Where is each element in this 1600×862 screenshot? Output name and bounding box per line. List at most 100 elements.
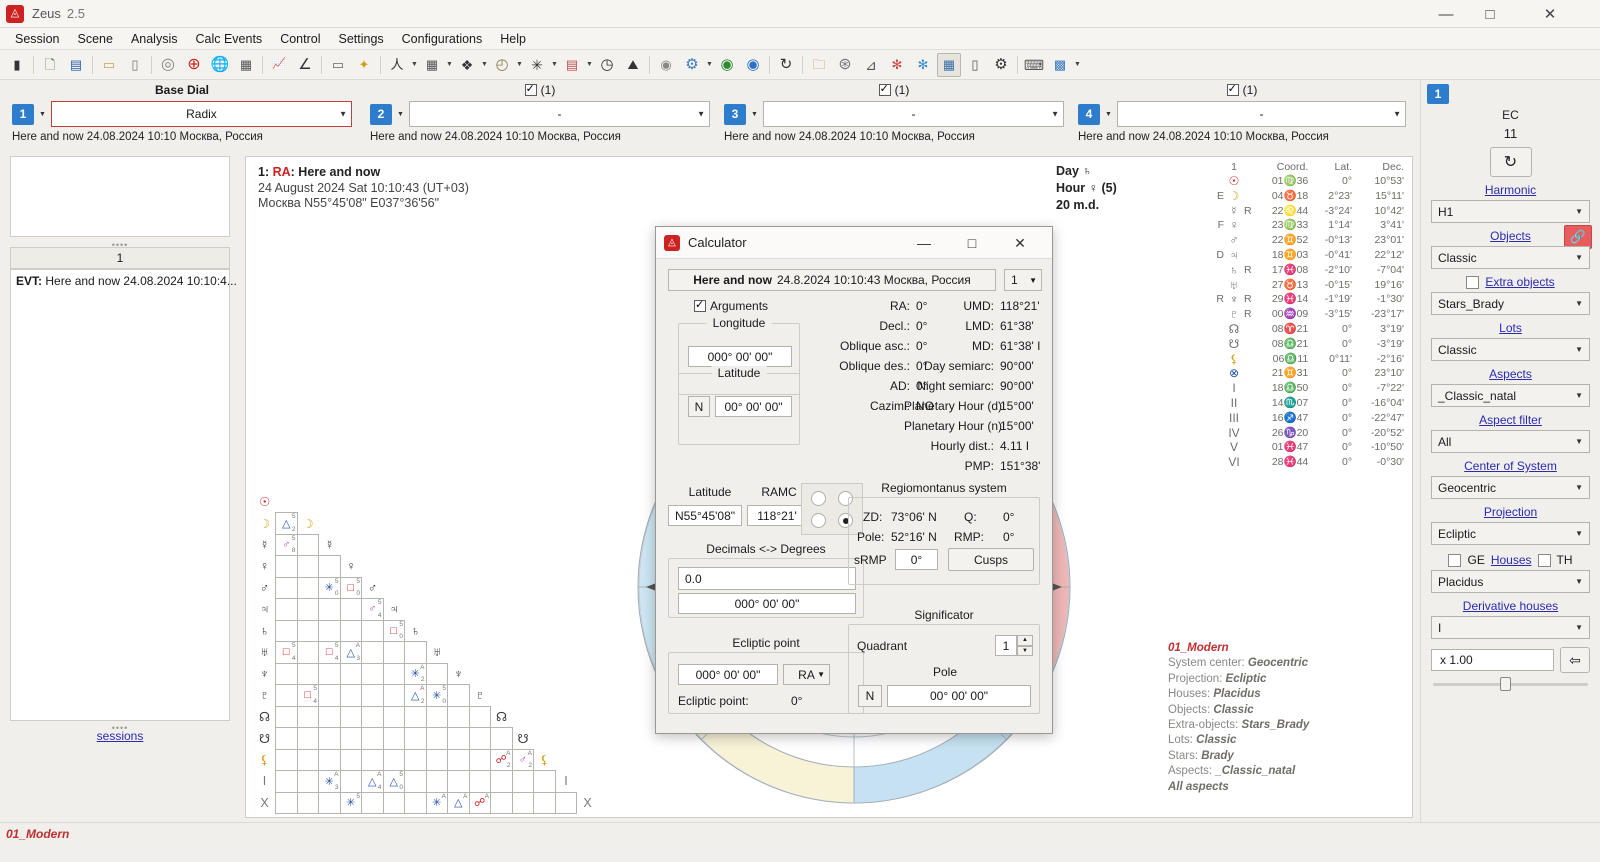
chevron-down-icon[interactable]: ▼ [1575, 391, 1583, 400]
aspect-grid-cell[interactable] [339, 770, 362, 793]
aspect-grid-cell[interactable] [339, 662, 362, 685]
dial-3-caret-icon[interactable]: ▼ [746, 111, 763, 118]
blue-globe-icon[interactable]: 🌐 [208, 53, 232, 77]
event-list[interactable]: EVT: Here and now 24.08.2024 10:10:4... [10, 269, 237, 721]
image-gear-icon[interactable]: ▩ [1048, 53, 1072, 77]
aspect-grid-cell[interactable] [425, 662, 448, 685]
dial-3-combo[interactable]: - ▼ [762, 101, 1064, 127]
aspect-grid-cell[interactable]: □ 5 0 [339, 576, 362, 599]
sparkle-icon[interactable]: ✦ [352, 53, 376, 77]
extra-objects-select[interactable]: Stars_Brady ▼ [1431, 292, 1590, 315]
keyboard-icon[interactable]: ⌨ [1022, 53, 1046, 77]
aspect-grid-cell[interactable]: □ 5 0 [382, 619, 405, 642]
red-sphere-gear-icon[interactable]: ✻ [885, 53, 909, 77]
chevron-down-icon[interactable]: ▼ [1051, 110, 1059, 119]
aspect-grid-cell[interactable]: △ A 4 [361, 770, 384, 793]
dial-2-checkbox[interactable] [524, 82, 537, 96]
aspect-grid-cell[interactable] [468, 770, 491, 793]
open-folder-icon[interactable]: 🗀 [807, 53, 831, 77]
aspect-grid-cell[interactable] [361, 662, 384, 685]
aspect-grid-cell[interactable] [296, 727, 319, 750]
aspect-grid-cell[interactable]: ✳ 5 0 [425, 684, 448, 707]
chevron-down-icon[interactable]: ▼ [1575, 253, 1583, 262]
ecliptic-point-mode-select[interactable]: RA ▼ [783, 664, 830, 685]
harmonic-select[interactable]: H1 ▼ [1431, 200, 1590, 223]
aspect-grid-cell[interactable] [447, 684, 470, 707]
dial-2-combo[interactable]: - ▼ [408, 101, 710, 127]
aspect-grid-cell[interactable] [404, 727, 427, 750]
aspect-grid-cell[interactable]: ✳ A [425, 791, 448, 814]
calculator-event-select[interactable]: 1 ▼ [1004, 269, 1042, 291]
sessions-link[interactable]: sessions [6, 729, 234, 743]
aspect-grid-cell[interactable] [296, 555, 319, 578]
aspect-grid-cell[interactable] [361, 641, 384, 664]
aspect-grid-cell[interactable] [361, 727, 384, 750]
battery-icon[interactable]: ▯ [963, 53, 987, 77]
person-dropdown-caret-icon[interactable]: ▼ [410, 61, 419, 68]
objects-select[interactable]: Classic ▼ [1431, 246, 1590, 269]
aspect-grid-cell[interactable] [490, 770, 513, 793]
derivative-houses-label[interactable]: Derivative houses [1421, 599, 1600, 613]
refresh-icon[interactable]: ↻ [774, 53, 798, 77]
sig-pole-ns-button[interactable]: N [858, 685, 882, 707]
cusps-button[interactable]: Cusps [948, 548, 1034, 571]
aspect-grid-cell[interactable] [425, 748, 448, 771]
table-row[interactable]: ☿ R 22♌44 -3°24' 10°42' [1214, 204, 1406, 219]
aspect-grid-cell[interactable] [361, 705, 384, 728]
gear-blue-icon[interactable]: ⚙ [680, 53, 704, 77]
latitude-input[interactable]: 00° 00' 00" [715, 396, 792, 417]
table-row[interactable]: IV 26♑20 0° -20°52' [1214, 426, 1406, 441]
aspect-grid-cell[interactable]: ♂ A 2 [511, 748, 534, 771]
chevron-down-icon[interactable]: ▼ [817, 670, 825, 679]
aspect-grid-cell[interactable] [296, 598, 319, 621]
table-row[interactable]: ♇ R 00♒09 -3°15' -23°17' [1214, 307, 1406, 322]
aspect-grid-cell[interactable] [468, 727, 491, 750]
table-row[interactable]: II 14♏07 0° -16°04' [1214, 396, 1406, 411]
aspect-grid-cell[interactable] [296, 576, 319, 599]
aspect-grid-cell[interactable] [447, 727, 470, 750]
aspect-grid-cell[interactable] [296, 619, 319, 642]
save-icon[interactable]: ▤ [64, 53, 88, 77]
asterisk-icon[interactable]: ✳ [525, 53, 549, 77]
dial-1-caret-icon[interactable]: ▼ [34, 111, 51, 118]
aspect-grid-cell[interactable]: △ 5 0 [382, 770, 405, 793]
aspect-grid-cell[interactable] [361, 684, 384, 707]
aspect-grid-cell[interactable] [511, 791, 534, 814]
aspect-grid-cell[interactable] [425, 705, 448, 728]
aspect-grid-cell[interactable] [275, 727, 298, 750]
aspect-grid-cell[interactable] [382, 791, 405, 814]
chevron-down-icon[interactable]: ▼ [339, 110, 347, 119]
aspect-grid-cell[interactable] [361, 619, 384, 642]
latitude-ns-button[interactable]: N [688, 396, 710, 417]
aspect-grid-cell[interactable] [490, 791, 513, 814]
th-checkbox[interactable] [1537, 553, 1551, 567]
table-row[interactable]: ⊗ 21♊31 0° 23°10' [1214, 366, 1406, 381]
aspect-grid-cell[interactable] [404, 641, 427, 664]
aspect-grid-cell[interactable] [404, 705, 427, 728]
aspect-grid-cell[interactable]: △ A 3 [339, 641, 362, 664]
aspect-grid-cell[interactable] [275, 705, 298, 728]
derivative-houses-select[interactable]: I ▼ [1431, 616, 1590, 639]
aspect-grid-cell[interactable] [296, 641, 319, 664]
target-icon[interactable]: ◎ [156, 53, 180, 77]
chart-line-icon[interactable]: 📈 [267, 53, 291, 77]
chevron-down-icon[interactable]: ▼ [1575, 577, 1583, 586]
harmonic-label[interactable]: Harmonic [1421, 183, 1600, 197]
aspect-grid-cell[interactable] [339, 705, 362, 728]
radio-option-3[interactable] [811, 513, 826, 528]
aspect-grid-cell[interactable] [296, 770, 319, 793]
window-minimize-button[interactable]: — [1424, 0, 1468, 28]
aspect-grid-cell[interactable] [511, 770, 534, 793]
aspect-grid-cell[interactable]: △ A 2 [404, 684, 427, 707]
aspect-grid-cell[interactable] [382, 705, 405, 728]
arguments-checkbox[interactable] [694, 298, 706, 312]
aspect-grid-cell[interactable] [296, 533, 319, 556]
undo-icon[interactable]: ⇦ [1560, 647, 1590, 673]
calculator-close-button[interactable]: ✕ [1002, 227, 1038, 259]
chevron-down-icon[interactable]: ▼ [697, 110, 705, 119]
objects-label[interactable]: Objects [1490, 229, 1531, 243]
settings-gear-icon[interactable]: ⚙ [989, 53, 1013, 77]
record-blue-icon[interactable]: ◉ [741, 53, 765, 77]
dial-4-checkbox[interactable] [1226, 82, 1239, 96]
window-close-button[interactable]: ✕ [1528, 0, 1572, 28]
